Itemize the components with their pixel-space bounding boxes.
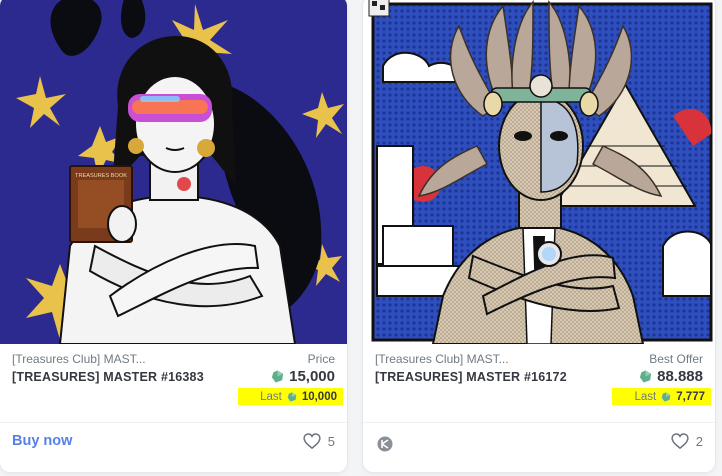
nft-artwork-image: TREASURES BOOK <box>0 0 347 344</box>
collection-name[interactable]: [Treasures Club] MAST... <box>12 352 146 366</box>
nft-artwork[interactable] <box>363 0 715 344</box>
klay-coin-icon <box>640 370 652 383</box>
heart-outline-icon <box>303 433 321 449</box>
last-sale-value: 7,777 <box>676 390 705 403</box>
collection-name[interactable]: [Treasures Club] MAST... <box>375 352 509 366</box>
like-count: 5 <box>327 433 335 449</box>
price-value: 15,000 <box>289 368 335 385</box>
card-info: [Treasures Club] MAST... [TREASURES] MAS… <box>0 348 347 416</box>
last-sale-label: Last <box>260 390 282 403</box>
nft-card[interactable]: TREASURES BOOK [Treasures Club] MAST... … <box>0 0 347 472</box>
klaytn-chain-icon <box>377 436 393 452</box>
price-row: 88.888 <box>639 368 703 385</box>
klay-coin-icon <box>661 391 671 402</box>
last-sale: Last 7,777 <box>612 388 711 405</box>
heart-outline-icon <box>671 433 689 449</box>
last-sale-value: 10,000 <box>301 390 337 403</box>
nft-artwork[interactable]: TREASURES BOOK <box>0 0 347 344</box>
book-title: TREASURES BOOK <box>75 173 127 179</box>
klay-coin-icon <box>287 391 297 402</box>
klay-coin-icon <box>272 370 284 383</box>
favorite-button[interactable]: 2 <box>671 433 703 449</box>
favorite-button[interactable]: 5 <box>303 433 335 449</box>
like-count: 2 <box>695 433 703 449</box>
nft-artwork-image <box>363 0 715 344</box>
item-name[interactable]: [TREASURES] MASTER #16172 <box>375 370 567 384</box>
card-footer: Buy now 5 <box>0 422 347 462</box>
price-row: 15,000 <box>271 368 335 385</box>
price-value: 88.888 <box>657 368 703 385</box>
last-sale-label: Last <box>634 390 657 403</box>
card-info: [Treasures Club] MAST... [TREASURES] MAS… <box>363 348 715 416</box>
item-name[interactable]: [TREASURES] MASTER #16383 <box>12 370 204 384</box>
card-footer: 2 <box>363 422 715 462</box>
buy-now-button[interactable]: Buy now <box>12 433 72 449</box>
nft-card[interactable]: [Treasures Club] MAST... [TREASURES] MAS… <box>363 0 715 472</box>
last-sale: Last 10,000 <box>238 388 343 405</box>
price-label: Best Offer <box>649 352 703 366</box>
price-label: Price <box>307 352 335 366</box>
